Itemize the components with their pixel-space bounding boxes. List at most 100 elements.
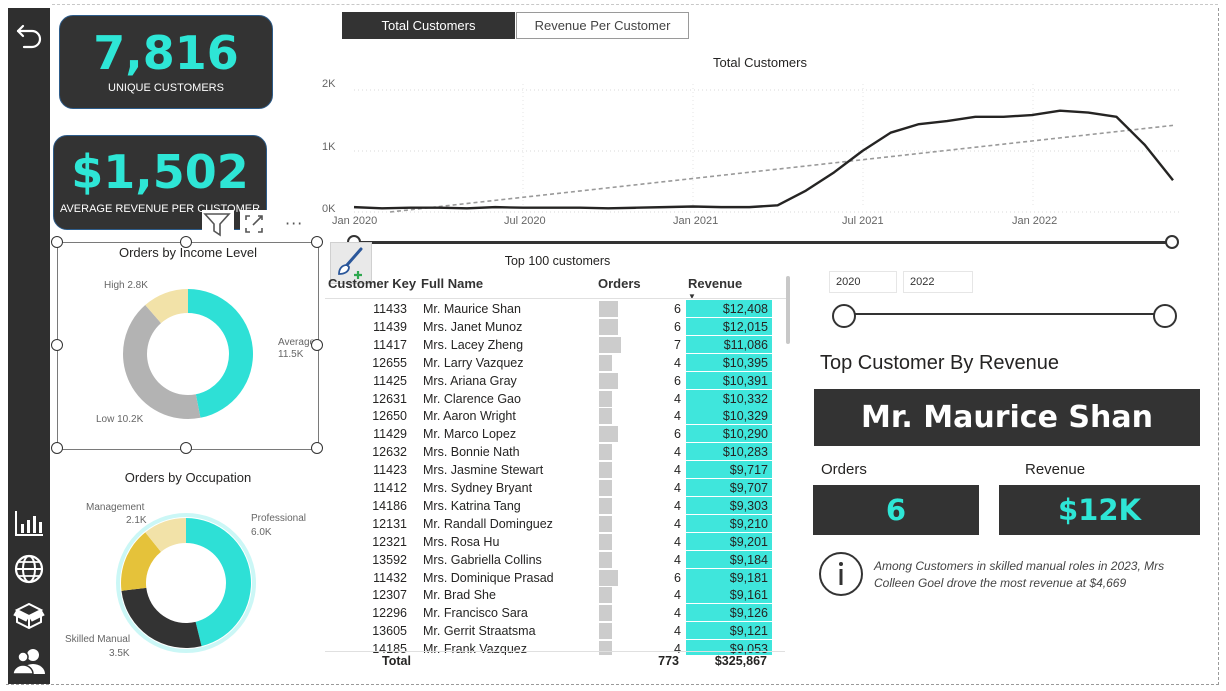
cell-orders: 4 (674, 391, 681, 406)
cell-customer-key: 12650 (372, 409, 407, 424)
table-row[interactable]: 12296 Mr. Francisco Sara 4 $9,126 (325, 604, 775, 622)
table-row[interactable]: 12650 Mr. Aaron Wright 4 $10,329 (325, 407, 775, 425)
table-row[interactable]: 12632 Mrs. Bonnie Nath 4 $10,283 (325, 443, 775, 461)
cell-orders: 6 (674, 427, 681, 442)
cell-customer-key: 11433 (373, 302, 407, 316)
orders-by-income-visual[interactable]: Orders by Income Level High 2.8K Average… (57, 242, 319, 450)
cell-orders: 4 (674, 355, 681, 370)
resize-handle[interactable] (311, 236, 323, 248)
date-slider-track[interactable] (843, 313, 1165, 315)
cell-orders: 6 (674, 373, 681, 388)
cell-customer-key: 11429 (373, 427, 407, 442)
table-row[interactable]: 11433 Mr. Maurice Shan 6 $12,408 (325, 300, 775, 318)
table-row[interactable]: 12321 Mrs. Rosa Hu 4 $9,201 (325, 532, 775, 551)
table-row[interactable]: 11423 Mrs. Jasmine Stewart 4 $9,717 (325, 461, 775, 479)
table-row[interactable]: 12307 Mr. Brad She 4 $9,161 (325, 586, 775, 604)
income-donut-slice[interactable] (188, 289, 253, 418)
focus-mode-icon[interactable] (240, 210, 272, 240)
cell-revenue: $9,126 (686, 604, 772, 622)
cell-orders: 4 (674, 498, 681, 513)
cell-orders: 4 (674, 534, 681, 549)
cell-orders: 4 (674, 606, 681, 621)
cell-customer-key: 11417 (373, 337, 407, 352)
cell-full-name: Mrs. Rosa Hu (423, 534, 500, 549)
table-scrollbar[interactable] (786, 276, 790, 344)
occupation-label-skilled: Skilled Manual (65, 634, 131, 645)
cell-orders: 4 (674, 481, 681, 495)
cell-full-name: Mr. Gerrit Straatsma (423, 624, 536, 639)
info-icon (818, 551, 864, 597)
occupation-label-professional-value: 6.0K (251, 527, 272, 538)
cell-customer-key: 12131 (372, 516, 407, 531)
table-row[interactable]: 11429 Mr. Marco Lopez 6 $10,290 (325, 425, 775, 443)
product-box-icon[interactable] (12, 598, 46, 632)
date-slider-handle-start[interactable] (832, 304, 856, 328)
resize-handle[interactable] (180, 236, 192, 248)
cell-customer-key: 13592 (372, 552, 407, 567)
cell-revenue: $9,717 (686, 461, 772, 479)
x-tick-jan-2021: Jan 2021 (673, 215, 719, 227)
chart-zoom-handle-end[interactable] (1165, 235, 1179, 249)
cell-customer-key: 12632 (372, 445, 407, 460)
cell-revenue: $10,290 (686, 425, 772, 443)
resize-handle[interactable] (51, 236, 63, 248)
table-row[interactable]: 12631 Mr. Clarence Gao 4 $10,332 (325, 389, 775, 408)
trend-line (389, 124, 1174, 213)
col-header-revenue[interactable]: Revenue (688, 276, 742, 291)
table-row[interactable]: 11439 Mrs. Janet Munoz 6 $12,015 (325, 317, 775, 336)
table-row[interactable]: 11412 Mrs. Sydney Bryant 4 $9,707 (325, 479, 775, 497)
filter-icon[interactable] (202, 210, 234, 240)
col-header-customer-key[interactable]: Customer Key (328, 276, 416, 291)
col-header-full-name[interactable]: Full Name (421, 276, 483, 291)
kpi-average-revenue: $1,502 AVERAGE REVENUE PER CUSTOMER (53, 135, 267, 230)
table-row[interactable]: 13605 Mr. Gerrit Straatsma 4 $9,121 (325, 622, 775, 640)
left-nav (8, 8, 50, 684)
cell-full-name: Mrs. Sydney Bryant (423, 481, 533, 495)
cell-orders: 4 (674, 588, 681, 603)
insight-note: Among Customers in skilled manual roles … (874, 559, 1165, 590)
table-row[interactable]: 11432 Mrs. Dominique Prasad 6 $9,181 (325, 568, 775, 587)
date-from-input[interactable]: 2020 (829, 271, 897, 293)
chart-zoom-slider-track[interactable] (352, 241, 1172, 244)
cell-revenue: $10,395 (686, 353, 772, 371)
kpi-unique-customers: 7,816 UNIQUE CUSTOMERS (59, 15, 273, 109)
table-row[interactable]: 12655 Mr. Larry Vazquez 4 $10,395 (325, 353, 775, 372)
cell-customer-key: 12296 (372, 606, 407, 621)
table-row[interactable]: 11425 Mrs. Ariana Gray 6 $10,391 (325, 371, 775, 390)
resize-handle[interactable] (311, 442, 323, 454)
cell-full-name: Mrs. Lacey Zheng (423, 337, 524, 352)
cell-orders: 7 (674, 337, 681, 352)
resize-handle[interactable] (51, 442, 63, 454)
cell-revenue: $11,086 (686, 335, 772, 353)
occupation-donut-slice[interactable] (121, 587, 202, 648)
customers-icon[interactable] (12, 644, 46, 678)
more-options-icon[interactable]: ··· (285, 214, 313, 234)
resize-handle[interactable] (51, 339, 63, 351)
tab-total-customers[interactable]: Total Customers (342, 12, 515, 39)
back-icon[interactable] (12, 18, 46, 52)
orders-by-occupation-visual[interactable]: Orders by Occupation Management 2.1K Pro… (57, 465, 319, 665)
table-row[interactable]: 11417 Mrs. Lacey Zheng 7 $11,086 (325, 335, 775, 354)
total-customers-line-chart[interactable] (340, 78, 1185, 214)
series-line[interactable] (353, 109, 1174, 210)
table-row[interactable]: 13592 Mrs. Gabriella Collins 4 $9,184 (325, 550, 775, 569)
total-label: Total (382, 654, 411, 668)
cell-customer-key: 11432 (373, 570, 407, 585)
date-slider-handle-end[interactable] (1153, 304, 1177, 328)
date-to-input[interactable]: 2022 (903, 271, 973, 293)
col-header-orders[interactable]: Orders (598, 276, 641, 291)
income-label-average-value: 11.5K (278, 349, 304, 360)
kpi-unique-customers-value: 7,816 (93, 26, 239, 80)
cell-orders: 6 (674, 302, 681, 316)
table-row[interactable]: 12131 Mr. Randall Dominguez 4 $9,210 (325, 514, 775, 533)
table-row[interactable]: 14186 Mrs. Katrina Tang 4 $9,303 (325, 496, 775, 515)
cell-revenue: $9,181 (686, 568, 772, 586)
bar-chart-icon[interactable] (12, 506, 46, 540)
income-label-low: Low 10.2K (96, 414, 144, 425)
top-customer-name: Mr. Maurice Shan (814, 389, 1200, 446)
resize-handle[interactable] (180, 442, 192, 454)
cell-customer-key: 12321 (372, 534, 407, 549)
tab-revenue-per-customer[interactable]: Revenue Per Customer (516, 12, 689, 39)
resize-handle[interactable] (311, 339, 323, 351)
globe-icon[interactable] (12, 552, 46, 586)
